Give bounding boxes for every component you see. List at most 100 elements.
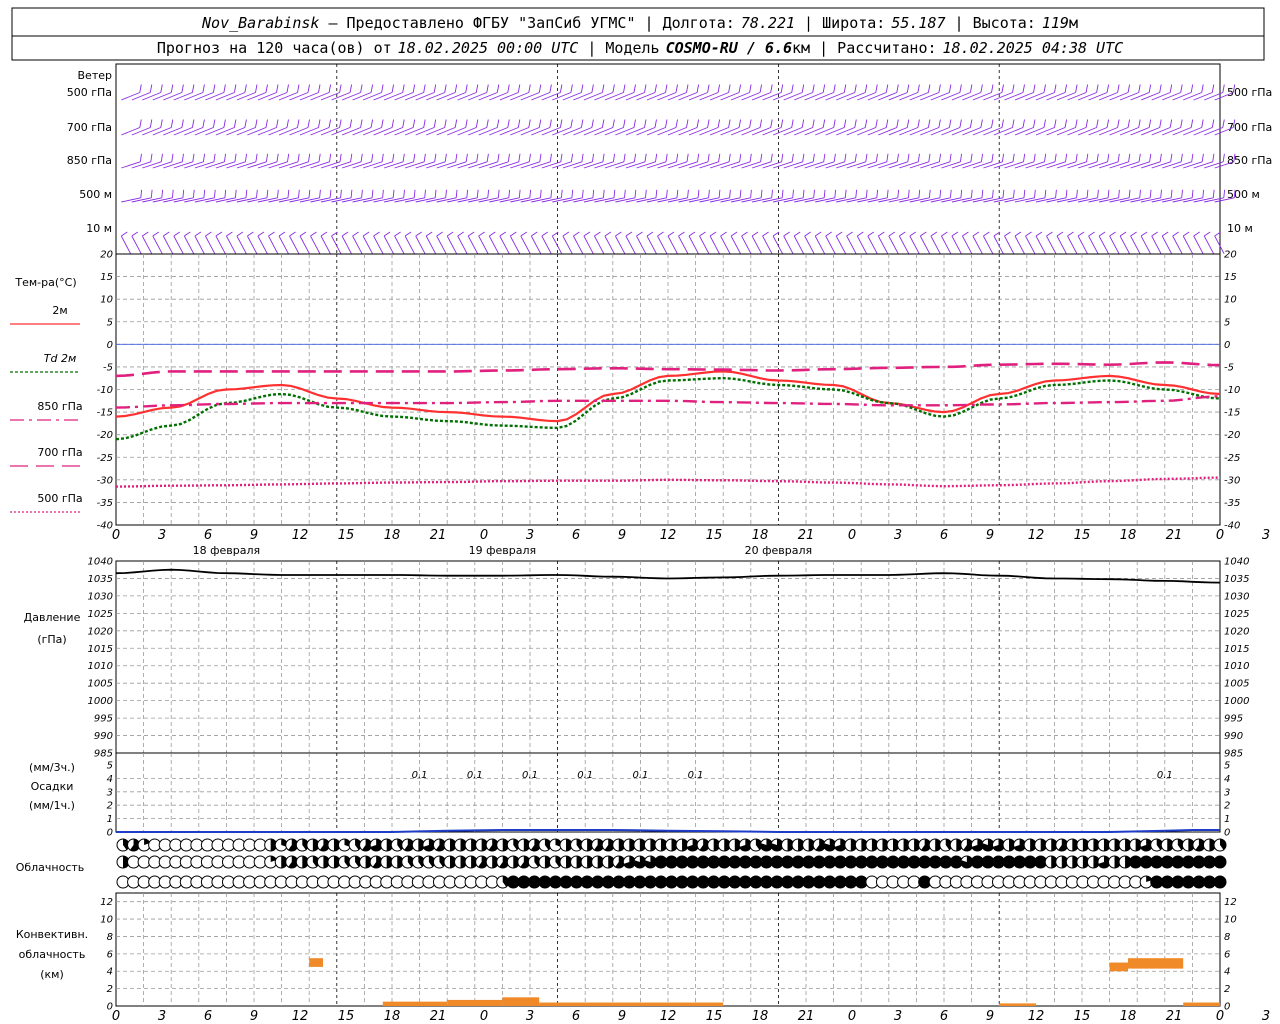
conv-y-tick-left: 6: [107, 949, 113, 960]
conv-title-3: (км): [40, 968, 64, 981]
pressure-y-tick-right: 1040: [1224, 557, 1249, 568]
wind-barb: [983, 231, 994, 254]
temp-x-tick: 3: [894, 528, 902, 543]
temp-y-tick-right: 20: [1224, 250, 1237, 261]
wind-barb: [236, 231, 247, 254]
wind-barb: [867, 231, 878, 254]
legend-label-t850: 850 гПа: [37, 400, 82, 413]
wind-barb: [615, 231, 626, 254]
conv-x-tick: 12: [660, 1009, 677, 1024]
wind-barb: [1067, 231, 1078, 254]
conv-y-tick-right: 2: [1224, 984, 1230, 995]
temp-y-tick-left: 20: [100, 250, 113, 261]
conv-y-tick-left: 12: [100, 897, 113, 908]
wind-barb: [804, 231, 815, 254]
temp-x-tick: 6: [940, 528, 948, 543]
pressure-y-tick-right: 1000: [1224, 696, 1249, 707]
temp-x-tick: 0: [112, 528, 120, 543]
conv-bar: [539, 1002, 724, 1006]
model-label: | Модель: [578, 39, 659, 57]
wind-barb: [226, 231, 237, 254]
wind-barb: [1077, 231, 1088, 254]
conv-bar: [309, 958, 323, 967]
wind-barb: [446, 231, 457, 254]
wind-barb: [1140, 231, 1151, 254]
wind-barb: [772, 231, 783, 254]
wind-barb: [877, 231, 889, 254]
conv-bar: [999, 1003, 1036, 1006]
pressure-y-tick-right: 990: [1224, 731, 1243, 742]
wind-barb: [1203, 231, 1214, 254]
altitude-unit: м: [1069, 14, 1078, 32]
temperature-panel: 20 20 15 15 10 10 5 5 0 0 -5 -5 -10 -10 -15 -15 -20 -20 -2…: [10, 250, 1270, 557]
pressure-y-tick-right: 1010: [1224, 661, 1249, 672]
precip-y-tick-left: 0: [107, 828, 113, 839]
wind-level-label-right: 10 м: [1227, 222, 1253, 235]
precip-y-tick-left: 3: [107, 787, 113, 798]
conv-x-tick: 15: [706, 1009, 723, 1024]
latitude-value: 55.187: [891, 14, 945, 32]
temp-x-tick: 0: [1216, 528, 1224, 543]
conv-y-tick-right: 10: [1224, 915, 1237, 926]
precip-y-tick-left: 4: [107, 774, 113, 785]
wind-barb: [1056, 231, 1067, 254]
legend-label-t500: 500 гПа: [37, 492, 82, 505]
pressure-y-tick-left: 1030: [88, 591, 113, 602]
wind-barb: [1098, 231, 1109, 254]
wind-barb: [730, 231, 741, 254]
conv-x-tick: 9: [986, 1009, 994, 1024]
wind-barb: [604, 231, 615, 254]
pressure-y-tick-right: 1030: [1224, 591, 1249, 602]
header-line-2: Прогноз на 120 часа(ов) от 18.02.2025 00:…: [157, 39, 1123, 57]
wind-barb: [1119, 231, 1130, 254]
wind-barb: [846, 231, 857, 254]
pressure-y-tick-left: 1010: [88, 661, 113, 672]
station-name: Nov_Barabinsk: [201, 14, 319, 32]
wind-barb: [478, 231, 489, 254]
temp-title: Тем-ра(°C): [14, 276, 76, 289]
conv-y-tick-right: 8: [1224, 932, 1230, 943]
wind-barb: [625, 231, 636, 254]
temp-day-label: 20 февраля: [745, 544, 813, 557]
pressure-y-tick-right: 995: [1224, 714, 1243, 725]
precipitation-panel: 5 5 4 4 3 3 2 2 1 1 0 0 0.1 0.1 0.1 0.1 0.1 0.1 0.1: [107, 752, 1230, 839]
temp-y-tick-left: 15: [100, 272, 113, 283]
wind-barb: [499, 231, 510, 254]
precip-y-tick-right: 1: [1224, 814, 1230, 825]
conv-x-tick: 12: [1028, 1009, 1045, 1024]
pressure-y-tick-right: 1005: [1224, 679, 1249, 690]
longitude-value: 78.221: [741, 14, 795, 32]
temp-day-label: 18 февраля: [193, 544, 261, 557]
header-line-1: Nov_Barabinsk – Предоставлено ФГБУ "ЗапС…: [201, 14, 1078, 32]
precip-title-1: (мм/3ч.): [29, 761, 75, 774]
wind-barb: [152, 231, 163, 254]
conv-x-tick: 3: [526, 1009, 534, 1024]
model-unit: км: [792, 39, 810, 57]
wind-barb: [919, 231, 931, 254]
wind-barb: [835, 231, 846, 254]
temp-x-tick: 3: [158, 528, 166, 543]
wind-level-label-right: 500 м: [1227, 188, 1260, 201]
wind-barb: [1025, 231, 1036, 254]
legend-label-td2m: Td 2м: [44, 352, 77, 365]
wind-barb: [751, 231, 762, 254]
wind-barb: [636, 231, 647, 254]
wind-barb: [289, 231, 300, 254]
precip-y-tick-left: 2: [107, 801, 113, 812]
precip-y-tick-right: 4: [1224, 774, 1230, 785]
temp-x-tick: 0: [848, 528, 856, 543]
latitude-label: | Широта:: [795, 14, 885, 32]
temp-x-tick: 9: [618, 528, 626, 543]
temp-x-tick: 9: [986, 528, 994, 543]
temp-x-tick: 6: [204, 528, 212, 543]
temp-y-tick-right: -10: [1224, 385, 1240, 396]
wind-barb: [1130, 231, 1141, 254]
wind-level-label-left: 700 гПа: [67, 121, 112, 134]
legend-label-t2m: 2м: [52, 304, 67, 317]
wind-barb: [657, 231, 668, 254]
precip-y-tick-right: 2: [1224, 801, 1230, 812]
conv-y-tick-left: 10: [100, 915, 113, 926]
temp-x-tick: 6: [572, 528, 580, 543]
pressure-y-tick-left: 1025: [88, 609, 113, 620]
wind-barb: [667, 231, 678, 254]
